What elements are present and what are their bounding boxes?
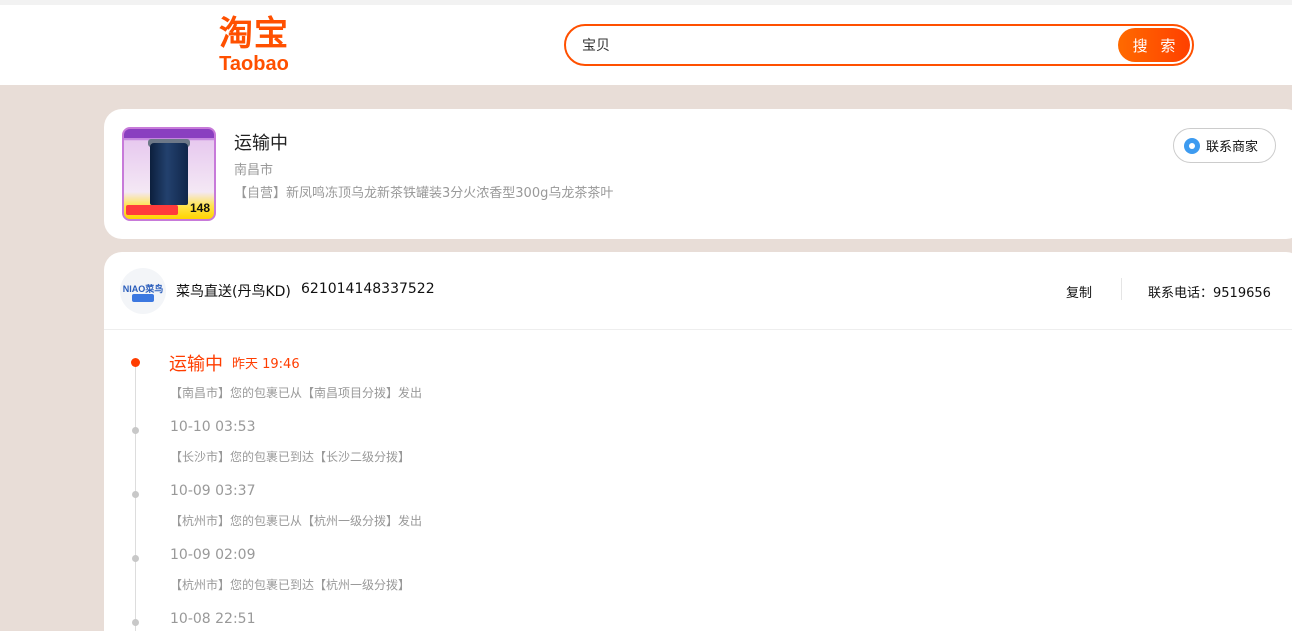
logistics-card: NIAO菜鸟 菜鸟直送(丹鸟KD) 621014148337522 复制 联系电… <box>104 252 1292 631</box>
timeline-dot <box>132 619 139 626</box>
product-thumbnail[interactable]: 148 <box>122 127 216 221</box>
timeline-time: 10-10 03:53 <box>170 419 256 435</box>
header: 淘宝 Taobao 搜 索 <box>0 5 1292 85</box>
timeline-dot-active <box>131 358 140 367</box>
divider <box>1121 278 1122 300</box>
timeline-dot <box>132 491 139 498</box>
contact-merchant-label: 联系商家 <box>1206 139 1259 154</box>
search-button[interactable]: 搜 索 <box>1118 28 1190 62</box>
order-status: 运输中 <box>234 133 288 154</box>
carrier-row: NIAO菜鸟 菜鸟直送(丹鸟KD) 621014148337522 复制 联系电… <box>104 252 1292 330</box>
thumbnail-promo-badge <box>126 205 178 215</box>
taobao-logo[interactable]: 淘宝 Taobao <box>206 15 302 77</box>
logo-english: Taobao <box>219 53 289 75</box>
order-summary-card: 148 运输中 南昌市 【自营】新凤鸣冻顶乌龙新茶铁罐装3分火浓香型300g乌龙… <box>104 109 1292 239</box>
timeline-time: 10-09 02:09 <box>170 547 256 563</box>
product-name[interactable]: 【自营】新凤鸣冻顶乌龙新茶铁罐装3分火浓香型300g乌龙茶茶叶 <box>234 182 613 201</box>
timeline-desc: 【杭州市】您的包裹已从【杭州一级分拨】发出 <box>170 514 423 528</box>
timeline-dot <box>132 555 139 562</box>
thumbnail-price: 148 <box>189 201 210 215</box>
thumbnail-banner <box>124 129 214 138</box>
tracking-number: 621014148337522 <box>301 281 435 297</box>
chat-icon <box>1184 137 1200 154</box>
carrier-name: 菜鸟直送(丹鸟KD) <box>176 284 291 300</box>
timeline-time: 10-09 03:37 <box>170 483 256 499</box>
timeline-dot <box>132 427 139 434</box>
search-input[interactable] <box>582 34 1102 56</box>
carrier-phone[interactable]: 联系电话：9519656 <box>1148 282 1271 301</box>
timeline-time: 10-08 22:51 <box>170 611 256 627</box>
search-box: 搜 索 <box>564 24 1194 66</box>
tea-can-image <box>150 143 188 205</box>
contact-merchant-button[interactable]: 联系商家 <box>1173 128 1276 163</box>
timeline-desc: 【南昌市】您的包裹已从【南昌项目分拨】发出 <box>170 386 423 400</box>
copy-button[interactable]: 复制 <box>1066 282 1092 301</box>
order-city: 南昌市 <box>234 163 274 178</box>
timeline-desc: 【长沙市】您的包裹已到达【长沙二级分拨】 <box>170 450 411 464</box>
timeline-time: 昨天 19:46 <box>232 357 300 372</box>
carrier-logo-bar <box>132 294 154 302</box>
timeline-status: 运输中 <box>169 354 223 375</box>
logo-chinese: 淘宝 <box>219 14 289 54</box>
carrier-logo: NIAO菜鸟 <box>120 268 166 314</box>
timeline-desc: 【杭州市】您的包裹已到达【杭州一级分拨】 <box>170 578 411 592</box>
